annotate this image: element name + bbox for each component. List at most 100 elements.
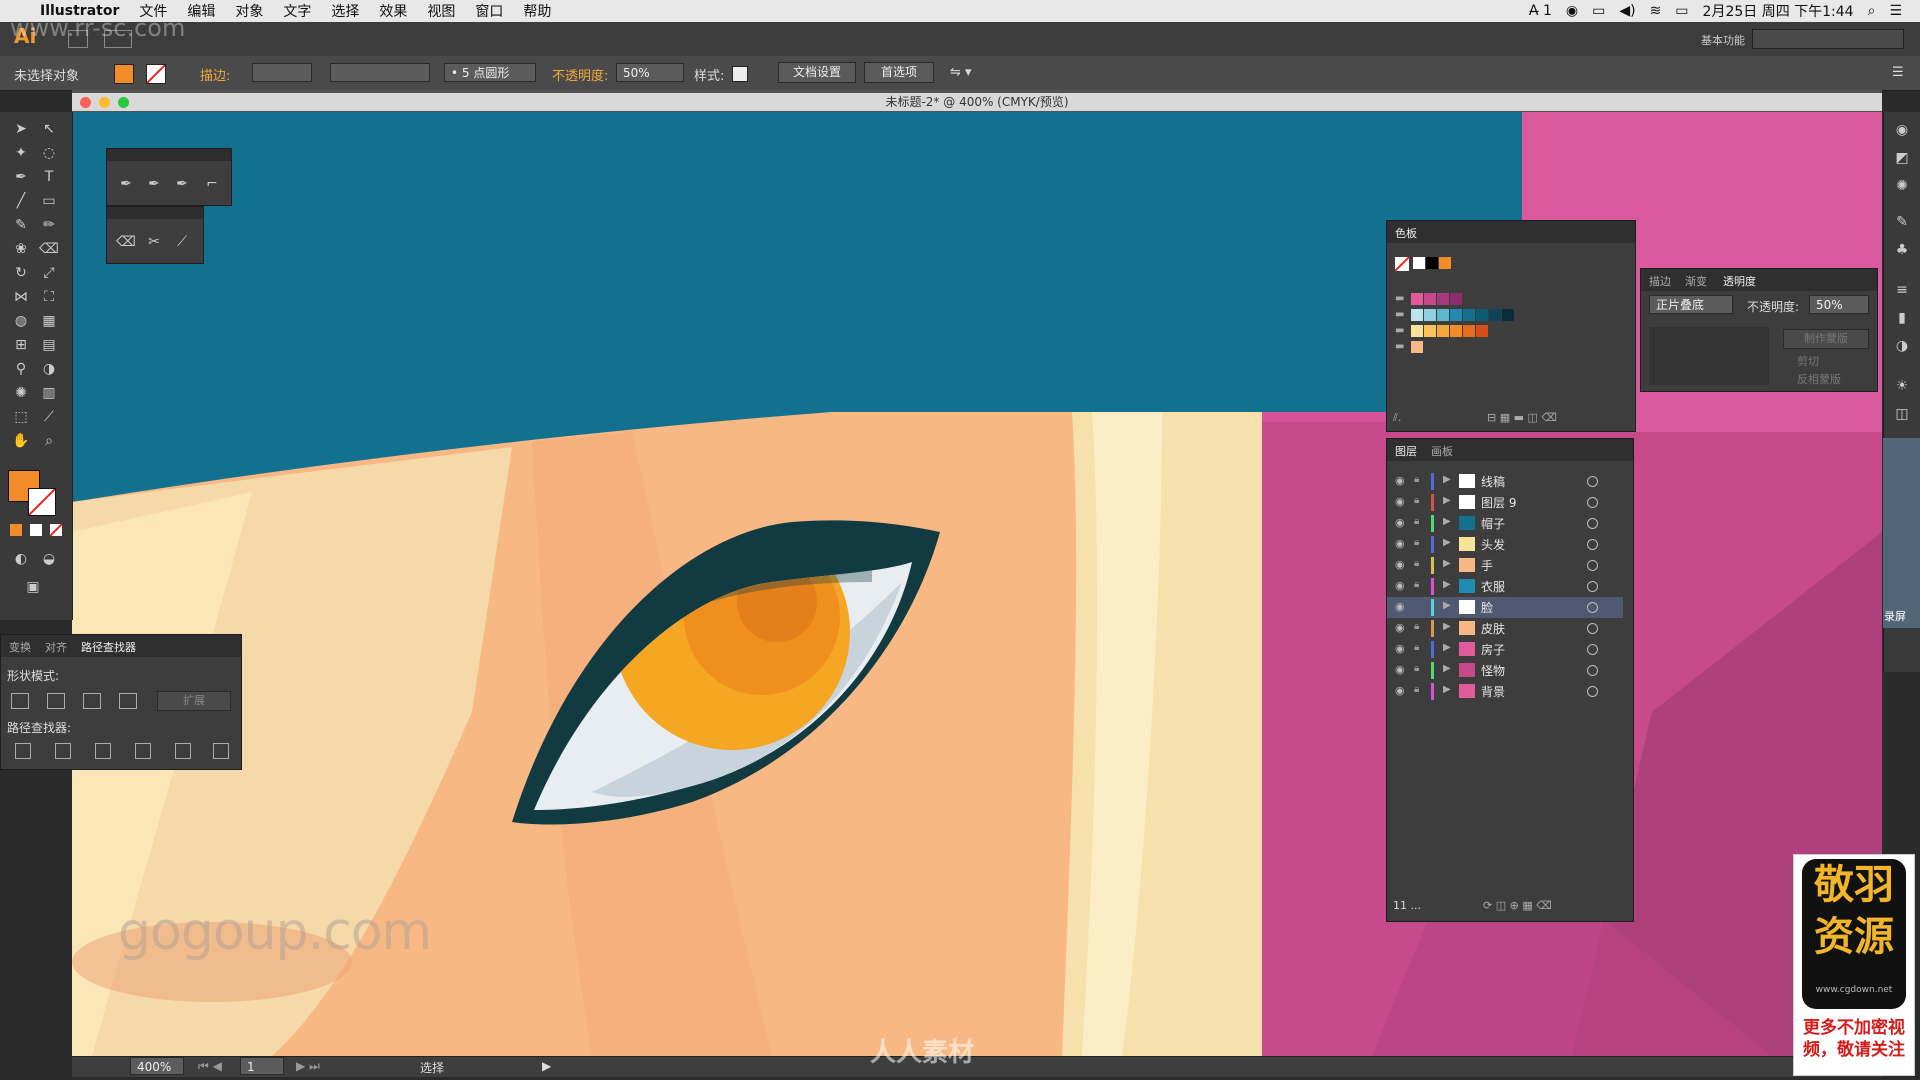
control-menu-icon[interactable]: ☰ bbox=[1892, 65, 1904, 80]
visibility-eye-icon[interactable]: ◉ bbox=[1395, 579, 1405, 592]
transparency-panel-icon[interactable]: ◑ bbox=[1892, 336, 1912, 356]
menu-select[interactable]: 选择 bbox=[331, 1, 359, 21]
layer-target-icon[interactable] bbox=[1587, 518, 1598, 529]
swatch-library-icon[interactable]: ⫽. bbox=[1393, 411, 1401, 425]
tab-transform[interactable]: 变换 bbox=[9, 639, 31, 655]
eraser-tool-icon[interactable]: ⌫ bbox=[115, 231, 137, 253]
direct-selection-tool-icon[interactable]: ↖ bbox=[38, 118, 60, 140]
layer-name[interactable]: 皮肤 bbox=[1481, 620, 1505, 637]
swatch-options-icon[interactable]: ⊟ ▦ ▬ ◫ ⌫ bbox=[1487, 411, 1557, 424]
swatch-group-folder-icon[interactable]: ▬ bbox=[1395, 309, 1404, 320]
screen-mode-icon[interactable]: ▣ bbox=[22, 576, 44, 598]
add-anchor-tool-icon[interactable]: ✒ bbox=[143, 173, 165, 195]
lock-icon[interactable]: 🔒︎ bbox=[1414, 474, 1419, 485]
layer-row[interactable]: ◉ 🔒︎ ▶ 背景 bbox=[1387, 681, 1623, 702]
expand-triangle-icon[interactable]: ▶ bbox=[1443, 600, 1451, 611]
layers-panel-icon[interactable]: ◫ bbox=[1892, 404, 1912, 424]
expand-triangle-icon[interactable]: ▶ bbox=[1443, 663, 1451, 674]
lock-icon[interactable]: 🔒︎ bbox=[1414, 684, 1419, 695]
visibility-eye-icon[interactable]: ◉ bbox=[1395, 537, 1405, 550]
minus-back-button[interactable] bbox=[213, 743, 229, 759]
battery-icon[interactable]: ▭ bbox=[1675, 3, 1688, 19]
visibility-eye-icon[interactable]: ◉ bbox=[1395, 600, 1405, 613]
pen-tool-icon[interactable]: ✒ bbox=[10, 166, 32, 188]
make-mask-button[interactable]: 制作蒙版 bbox=[1783, 329, 1869, 349]
tab-layers[interactable]: 图层 bbox=[1395, 443, 1417, 459]
swatch[interactable] bbox=[1413, 257, 1425, 269]
anchor-point-tool-icon[interactable]: ⌐ bbox=[201, 173, 223, 195]
swatch[interactable] bbox=[1424, 293, 1436, 305]
swatch[interactable] bbox=[1411, 325, 1423, 337]
lock-icon[interactable]: 🔒︎ bbox=[1414, 537, 1419, 548]
expand-triangle-icon[interactable]: ▶ bbox=[1443, 621, 1451, 632]
graphic-style-swatch[interactable] bbox=[732, 66, 748, 82]
swatch[interactable] bbox=[1437, 309, 1449, 321]
swatch[interactable] bbox=[1437, 325, 1449, 337]
expand-button[interactable]: 扩展 bbox=[157, 691, 231, 711]
menu-edit[interactable]: 编辑 bbox=[187, 1, 215, 21]
type-tool-icon[interactable]: T bbox=[38, 166, 60, 188]
layer-target-icon[interactable] bbox=[1587, 623, 1598, 634]
expand-triangle-icon[interactable]: ▶ bbox=[1443, 558, 1451, 569]
layer-target-icon[interactable] bbox=[1587, 686, 1598, 697]
tab-transparency[interactable]: 透明度 bbox=[1723, 273, 1756, 289]
mesh-tool-icon[interactable]: ⊞ bbox=[10, 334, 32, 356]
visibility-eye-icon[interactable]: ◉ bbox=[1395, 642, 1405, 655]
layer-target-icon[interactable] bbox=[1587, 560, 1598, 571]
lock-icon[interactable]: 🔒︎ bbox=[1414, 621, 1419, 632]
symbols-icon[interactable]: ♣ bbox=[1892, 240, 1912, 260]
layer-row[interactable]: ◉ 🔒︎ ▶ 衣服 bbox=[1387, 576, 1623, 597]
flyout-header[interactable] bbox=[107, 149, 231, 161]
swatch[interactable] bbox=[1411, 341, 1423, 353]
menu-help[interactable]: 帮助 bbox=[523, 1, 551, 21]
none-swatch[interactable] bbox=[1394, 256, 1410, 272]
layer-target-icon[interactable] bbox=[1587, 644, 1598, 655]
layer-row[interactable]: ◉ 🔒︎ ▶ 手 bbox=[1387, 555, 1623, 576]
notification-center-icon[interactable]: ☰ bbox=[1889, 3, 1902, 19]
layer-row[interactable]: ◉ 🔒︎ ▶ 图层 9 bbox=[1387, 492, 1623, 513]
scale-tool-icon[interactable]: ⤢ bbox=[38, 262, 60, 284]
visibility-eye-icon[interactable]: ◉ bbox=[1395, 495, 1405, 508]
opacity-field[interactable]: 50% bbox=[616, 63, 684, 82]
line-tool-icon[interactable]: ╱ bbox=[10, 190, 32, 212]
pen-tool-icon[interactable]: ✒ bbox=[115, 173, 137, 195]
swatch[interactable] bbox=[1450, 293, 1462, 305]
outline-button[interactable] bbox=[175, 743, 191, 759]
blend-mode-dropdown[interactable]: 正片叠底 bbox=[1649, 295, 1733, 314]
column-graph-tool-icon[interactable]: ▥ bbox=[38, 382, 60, 404]
tab-align[interactable]: 对齐 bbox=[45, 639, 67, 655]
brushes-icon[interactable]: ✎ bbox=[1892, 212, 1912, 232]
visibility-eye-icon[interactable]: ◉ bbox=[1395, 663, 1405, 676]
expand-triangle-icon[interactable]: ▶ bbox=[1443, 537, 1451, 548]
swatch[interactable] bbox=[1411, 309, 1423, 321]
layer-name[interactable]: 怪物 bbox=[1481, 662, 1505, 679]
rotate-tool-icon[interactable]: ↻ bbox=[10, 262, 32, 284]
layer-row[interactable]: ◉ ▶ 脸 bbox=[1387, 597, 1623, 618]
stroke-weight-field[interactable] bbox=[252, 63, 312, 82]
expand-triangle-icon[interactable]: ▶ bbox=[1443, 579, 1451, 590]
swatch-group-folder-icon[interactable]: ▬ bbox=[1395, 325, 1404, 336]
tab-artboards[interactable]: 画板 bbox=[1431, 443, 1453, 459]
swatch[interactable] bbox=[1439, 257, 1451, 269]
adobe-status-icon[interactable]: A̶ 1 bbox=[1529, 3, 1552, 19]
draw-behind-icon[interactable]: ◒ bbox=[38, 548, 60, 570]
layer-name[interactable]: 图层 9 bbox=[1481, 494, 1516, 511]
expand-triangle-icon[interactable]: ▶ bbox=[1443, 474, 1451, 485]
status-menu-arrow[interactable]: ▶ bbox=[542, 1059, 551, 1073]
swatch-group-folder-icon[interactable]: ▬ bbox=[1395, 293, 1404, 304]
document-setup-button[interactable]: 文档设置 bbox=[778, 62, 856, 83]
hand-tool-icon[interactable]: ✋ bbox=[10, 430, 32, 452]
intersect-button[interactable] bbox=[83, 693, 101, 709]
trim-button[interactable] bbox=[55, 743, 71, 759]
scissors-tool-icon[interactable]: ✂ bbox=[143, 231, 165, 253]
lasso-tool-icon[interactable]: ◌ bbox=[38, 142, 60, 164]
crop-button[interactable] bbox=[135, 743, 151, 759]
menubar-clock[interactable]: 2月25日 周四 下午1:44 bbox=[1703, 1, 1854, 21]
shape-builder-tool-icon[interactable]: ◍ bbox=[10, 310, 32, 332]
swatch[interactable] bbox=[1489, 309, 1501, 321]
eyedropper-tool-icon[interactable]: ⚲ bbox=[10, 358, 32, 380]
layer-target-icon[interactable] bbox=[1587, 539, 1598, 550]
width-tool-icon[interactable]: ⋈ bbox=[10, 286, 32, 308]
preferences-button[interactable]: 首选项 bbox=[864, 62, 934, 83]
layer-name[interactable]: 背景 bbox=[1481, 683, 1505, 700]
